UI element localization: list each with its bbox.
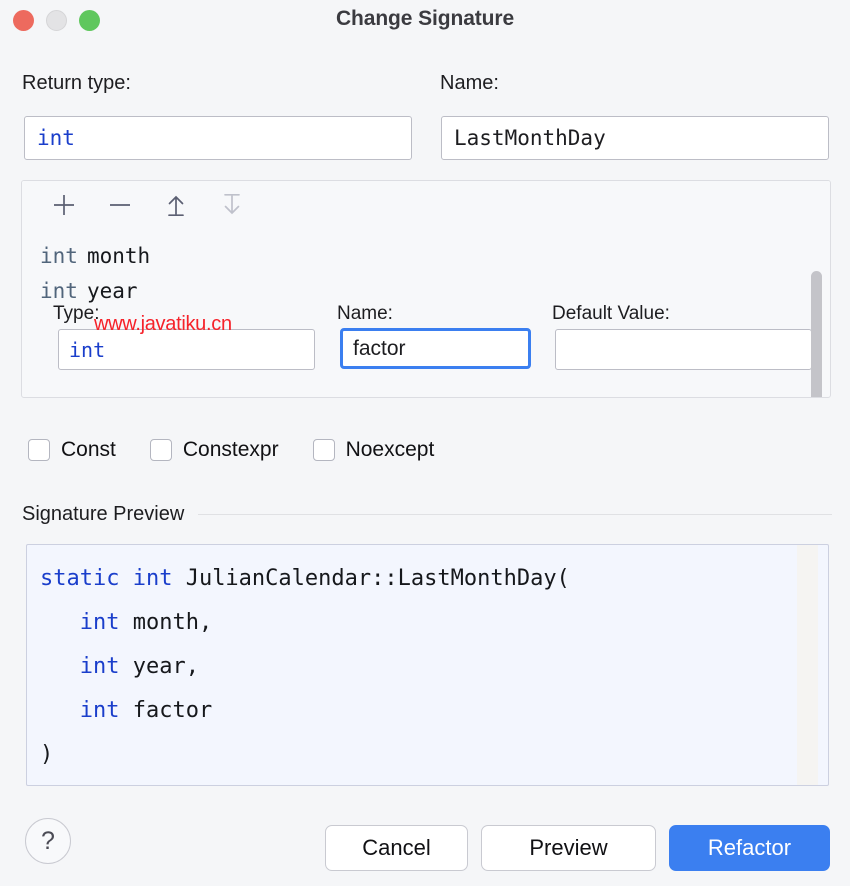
cancel-button[interactable]: Cancel xyxy=(325,825,468,871)
checkbox-const[interactable]: Const xyxy=(28,438,116,462)
parameters-panel: int month int year Type: Name: Default V… xyxy=(21,180,831,398)
code-keyword: static int xyxy=(40,566,172,591)
remove-parameter-button[interactable] xyxy=(104,189,136,221)
function-name-label: Name: xyxy=(440,72,499,95)
top-fields-section: Return type: Name: int LastMonthDay xyxy=(0,58,850,168)
return-type-input[interactable]: int xyxy=(24,116,412,160)
return-type-label: Return type: xyxy=(22,72,131,95)
code-text: JulianCalendar::LastMonthDay( xyxy=(172,566,569,591)
arrow-up-to-line-icon xyxy=(163,192,189,218)
parameter-type-label: Type: xyxy=(53,303,99,325)
signature-preview-title: Signature Preview xyxy=(22,503,184,526)
code-text: month, xyxy=(119,610,212,635)
code-text: year, xyxy=(119,654,198,679)
section-divider xyxy=(198,514,832,515)
list-item[interactable]: int month xyxy=(22,221,830,270)
parameter-default-value-input[interactable] xyxy=(555,329,812,370)
add-parameter-button[interactable] xyxy=(48,189,80,221)
window-title: Change Signature xyxy=(0,7,850,31)
checkbox-label: Noexcept xyxy=(346,438,435,462)
checkbox-noexcept[interactable]: Noexcept xyxy=(313,438,435,462)
parameter-type-input[interactable]: int xyxy=(58,329,315,370)
parameter-default-value-label: Default Value: xyxy=(552,303,670,325)
function-name-value: LastMonthDay xyxy=(454,126,606,150)
move-parameter-up-button[interactable] xyxy=(160,189,192,221)
code-text: ) xyxy=(40,742,53,767)
dialog-footer: ? Cancel Preview Refactor xyxy=(0,804,850,886)
refactor-button[interactable]: Refactor xyxy=(669,825,830,871)
parameters-list-scrollbar[interactable] xyxy=(811,271,822,398)
plus-icon xyxy=(51,192,77,218)
preview-button[interactable]: Preview xyxy=(481,825,656,871)
signature-preview-panel: static int JulianCalendar::LastMonthDay(… xyxy=(26,544,829,786)
minus-icon xyxy=(107,192,133,218)
code-keyword: int xyxy=(40,654,119,679)
question-mark-icon: ? xyxy=(41,827,55,856)
parameters-list[interactable]: int month int year Type: Name: Default V… xyxy=(22,221,830,390)
checkbox-label: Constexpr xyxy=(183,438,279,462)
checkbox-constexpr[interactable]: Constexpr xyxy=(150,438,279,462)
modifiers-row: Const Constexpr Noexcept xyxy=(28,438,434,462)
code-keyword: int xyxy=(40,698,119,723)
function-name-input[interactable]: LastMonthDay xyxy=(441,116,829,160)
help-button[interactable]: ? xyxy=(25,818,71,864)
signature-preview-header: Signature Preview xyxy=(22,503,832,526)
checkbox-box-icon xyxy=(313,439,335,461)
parameter-editor-row: Type: Name: Default Value: int factor xyxy=(22,299,830,389)
checkbox-label: Const xyxy=(61,438,116,462)
parameter-name-label: Name: xyxy=(337,303,393,325)
signature-preview-code: static int JulianCalendar::LastMonthDay(… xyxy=(27,545,828,777)
return-type-value: int xyxy=(37,126,75,150)
checkbox-box-icon xyxy=(28,439,50,461)
checkbox-box-icon xyxy=(150,439,172,461)
title-bar: Change Signature xyxy=(0,0,850,40)
arrow-down-to-line-icon xyxy=(219,192,245,218)
parameter-type-value: int xyxy=(69,338,105,362)
code-keyword: int xyxy=(40,610,119,635)
parameter-name-value: factor xyxy=(353,337,406,361)
code-text: factor xyxy=(119,698,212,723)
move-parameter-down-button[interactable] xyxy=(216,189,248,221)
parameter-name: month xyxy=(87,244,150,268)
parameter-name-input[interactable]: factor xyxy=(340,328,531,369)
parameter-type: int xyxy=(40,244,78,268)
